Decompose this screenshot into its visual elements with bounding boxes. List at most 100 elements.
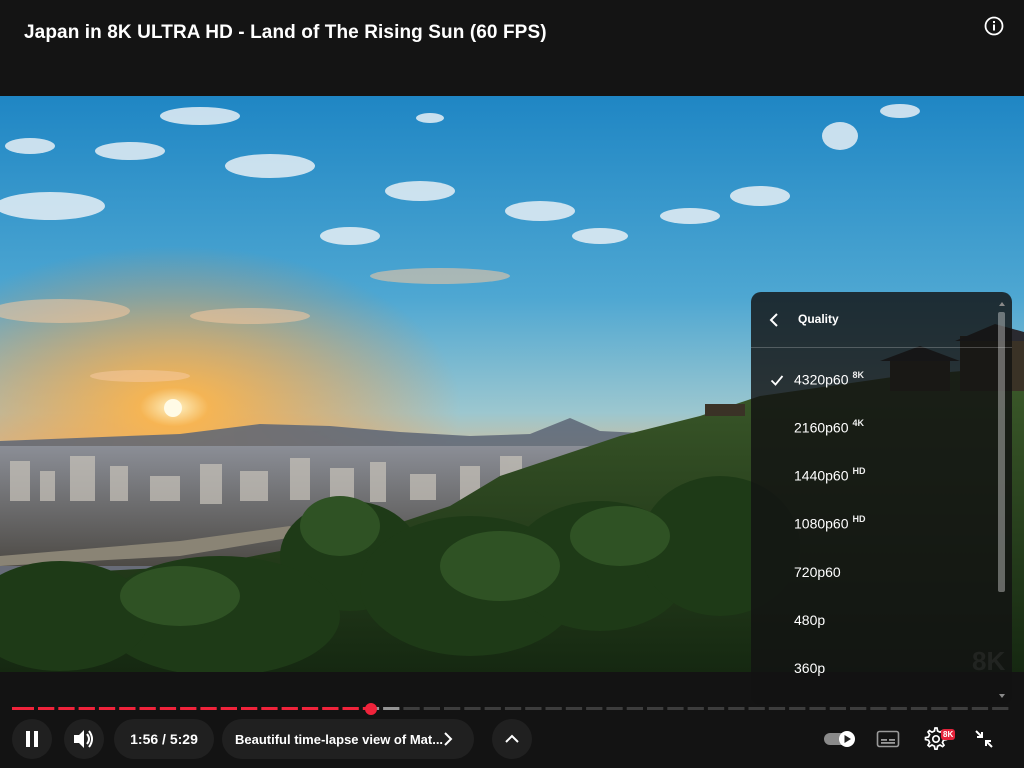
expand-button[interactable] xyxy=(492,719,532,759)
quality-option[interactable]: 360p xyxy=(751,644,997,692)
quality-option-label: 1080p60 xyxy=(794,515,849,532)
chapter-gap xyxy=(663,706,668,711)
video-title: Japan in 8K ULTRA HD - Land of The Risin… xyxy=(24,22,547,43)
autoplay-toggle-icon xyxy=(824,731,855,747)
chapter-gap xyxy=(906,706,911,711)
chevron-up-icon xyxy=(505,734,519,743)
quality-badge: 8K xyxy=(941,729,956,740)
chapter-gap xyxy=(521,706,526,711)
chapter-gap xyxy=(967,706,972,711)
chapter-gap xyxy=(237,706,241,711)
quality-option-label: 1440p60 xyxy=(794,467,849,484)
quality-option-badge: 4K xyxy=(852,418,865,428)
quality-option-label: 720p60 xyxy=(794,564,841,580)
quality-option-badge: HD xyxy=(852,466,866,476)
quality-option-badge: 8K xyxy=(852,370,865,380)
chapter-gap xyxy=(440,706,444,711)
chapter-markers xyxy=(34,706,1010,711)
quality-option-label: 2160p60 xyxy=(794,419,849,436)
chapter-gap xyxy=(318,706,323,711)
chapter-gap xyxy=(622,706,627,711)
chapter-gap xyxy=(257,706,262,711)
chapter-gap xyxy=(155,706,160,711)
chapter-gap xyxy=(115,706,120,711)
chapter-gap xyxy=(825,706,830,711)
chapter-gap xyxy=(460,706,465,711)
chapter-gap xyxy=(1008,706,1010,711)
chapter-title: Beautiful time-lapse view of Mat... xyxy=(235,732,444,747)
chapter-gap xyxy=(846,706,850,711)
chapter-gap xyxy=(419,706,424,711)
time-display: 1:56 / 5:29 xyxy=(114,719,214,759)
check-icon xyxy=(770,375,784,386)
quality-option-text: 1080p60 HD xyxy=(794,514,866,533)
chapter-gap xyxy=(379,706,384,711)
info-icon xyxy=(984,16,1004,36)
quality-menu-title: Quality xyxy=(798,312,839,326)
chapter-gap xyxy=(480,706,485,711)
pause-button[interactable] xyxy=(12,719,52,759)
chapter-gap xyxy=(297,706,302,711)
quality-option[interactable]: 480p xyxy=(751,596,997,644)
chapter-gap xyxy=(744,706,749,711)
quality-option[interactable]: 1080p60 HD xyxy=(751,500,997,548)
quality-option[interactable]: 1440p60 HD xyxy=(751,452,997,500)
chapter-gap xyxy=(74,706,79,711)
volume-button[interactable] xyxy=(64,719,104,759)
subtitles-button[interactable] xyxy=(868,719,908,759)
autoplay-toggle[interactable] xyxy=(820,719,860,759)
volume-icon xyxy=(74,730,93,748)
chapter-gap xyxy=(176,706,181,711)
chapter-gap xyxy=(764,706,769,711)
chapter-gap xyxy=(34,706,38,711)
chapter-gap xyxy=(541,706,546,711)
chapter-gap xyxy=(94,706,99,711)
quality-option-label: 480p xyxy=(794,612,826,628)
title-bar: Japan in 8K ULTRA HD - Land of The Risin… xyxy=(0,0,1024,96)
chapter-gap xyxy=(866,706,871,711)
menu-scroll-thumb[interactable] xyxy=(998,312,1005,592)
quality-option-text: 1440p60 HD xyxy=(794,466,866,485)
chapter-gap xyxy=(643,706,647,711)
chapter-gap xyxy=(805,706,810,711)
subtitles-icon xyxy=(876,730,900,748)
chapter-gap xyxy=(358,706,363,711)
chapter-gap xyxy=(338,706,343,711)
info-button[interactable] xyxy=(980,12,1008,40)
chapter-gap xyxy=(602,706,607,711)
chapter-gap xyxy=(500,706,505,711)
chevron-left-icon xyxy=(769,313,778,327)
current-time: 1:56 xyxy=(130,731,159,747)
chapter-gap xyxy=(886,706,891,711)
chapter-gap xyxy=(216,706,221,711)
chapter-gap xyxy=(135,706,140,711)
chapter-gap xyxy=(988,706,993,711)
quality-option-text: 4320p60 8K xyxy=(794,370,864,389)
quality-menu-back[interactable]: Quality xyxy=(751,292,1012,348)
chapter-button[interactable]: Beautiful time-lapse view of Mat... xyxy=(222,719,474,759)
chapter-gap xyxy=(277,706,282,711)
quality-menu: Quality 4320p60 8K 2160p60 4K 1440p60 HD 1080p… xyxy=(751,292,1012,705)
quality-option[interactable]: 2160p60 4K xyxy=(751,404,997,452)
quality-option-label: 360p xyxy=(794,660,826,676)
chapter-gap xyxy=(927,706,932,711)
chapter-gap xyxy=(785,706,790,711)
pause-icon xyxy=(26,731,38,747)
menu-scroll-down[interactable] xyxy=(999,694,1005,698)
chapter-gap xyxy=(561,706,566,711)
chapter-gap xyxy=(683,706,688,711)
quality-option-badge: HD xyxy=(852,514,866,524)
quality-option-text: 2160p60 4K xyxy=(794,418,864,437)
menu-scroll-up[interactable] xyxy=(999,302,1005,306)
chapter-gap xyxy=(703,706,708,711)
chapter-gap xyxy=(724,706,729,711)
chevron-right-icon xyxy=(444,732,453,746)
exit-fullscreen-button[interactable] xyxy=(964,719,1004,759)
quality-option[interactable]: 720p60 xyxy=(751,548,997,596)
quality-option-label: 4320p60 xyxy=(794,371,849,388)
chapter-gap xyxy=(196,706,201,711)
quality-option[interactable]: 4320p60 8K xyxy=(751,356,997,404)
duration: 5:29 xyxy=(169,731,198,747)
chapter-gap xyxy=(399,706,404,711)
time-separator: / xyxy=(162,731,166,747)
